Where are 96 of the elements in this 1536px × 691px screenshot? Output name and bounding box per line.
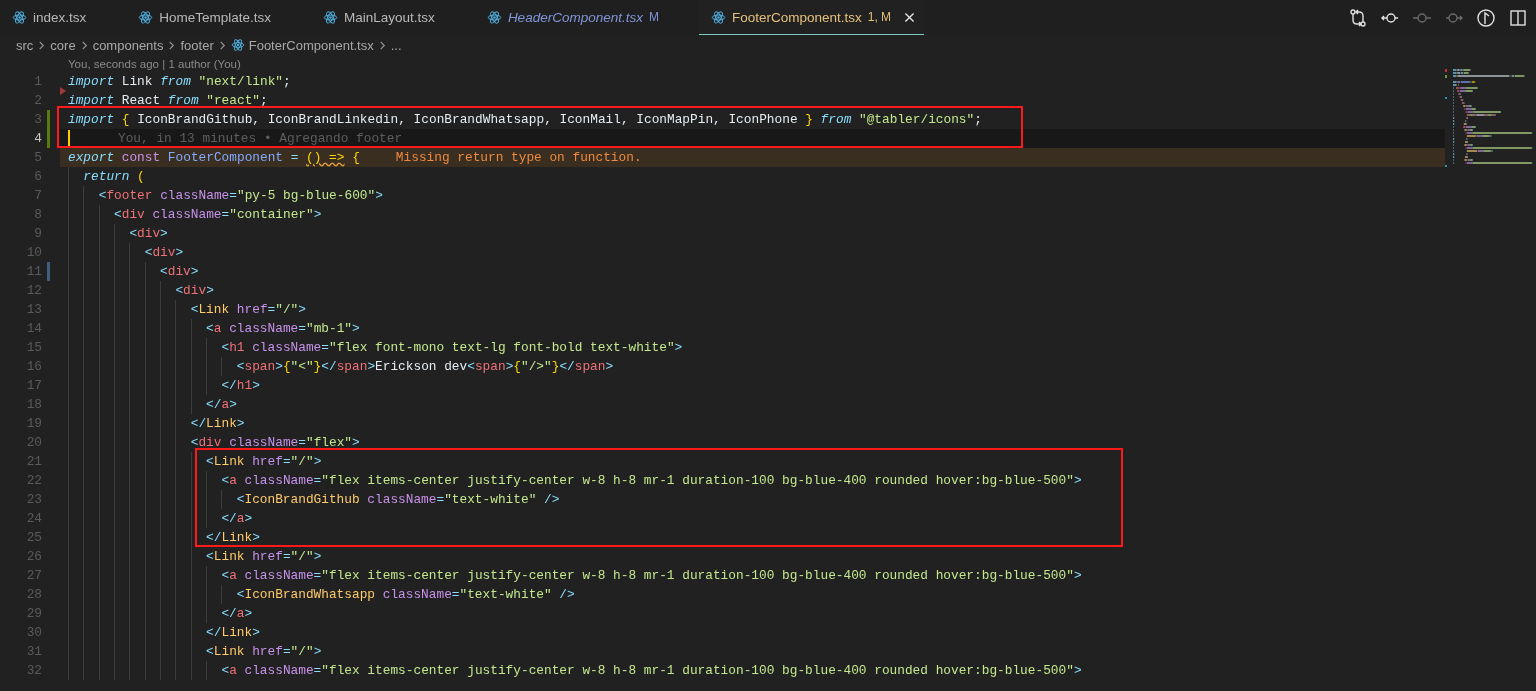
line-number: 11 xyxy=(26,263,42,281)
line-number: 20 xyxy=(26,434,42,452)
code-line: <Link href="/"> xyxy=(190,301,306,319)
code-line: <div> xyxy=(160,263,199,281)
line-number: 21 xyxy=(26,453,42,471)
code-line: return ( xyxy=(83,168,145,186)
code-line: import { IconBrandGithub, IconBrandLinkedin, IconBrandWhatsapp, IconMail, IconMapPin, IconPhone } from "@tabler/icons"; xyxy=(68,111,982,129)
line-number: 13 xyxy=(26,301,42,319)
code-line: </a> xyxy=(221,510,253,528)
line-number: 30 xyxy=(26,624,42,642)
code-line: <Link href="/"> xyxy=(206,643,322,661)
code-line: import React from "react"; xyxy=(68,92,268,110)
line-number: 19 xyxy=(26,415,42,433)
deleted-line-marker xyxy=(60,87,66,95)
chevron-icon xyxy=(79,40,89,50)
editor-tab[interactable]: index.tsx xyxy=(0,0,117,35)
code-line: <a className="flex items-center justify-center w-8 h-8 mr-1 duration-100 bg-blue-400 rounded hover:bg-blue-500"> xyxy=(221,662,1082,680)
chevron-icon xyxy=(37,40,47,50)
code-line: <span>{"<"}</span>Erickson dev<span>{"/>"}</span> xyxy=(236,358,614,376)
code-line: </Link> xyxy=(206,624,260,642)
line-number: 24 xyxy=(26,510,42,528)
line-number: 2 xyxy=(34,92,42,110)
line-number: 29 xyxy=(26,605,42,623)
compare-changes-icon[interactable] xyxy=(1348,7,1368,28)
line-number: 6 xyxy=(34,168,42,186)
line-number: 28 xyxy=(26,586,42,604)
code-line: </Link> xyxy=(190,415,245,433)
code-line: <Link href="/"> xyxy=(206,548,322,566)
line-number: 16 xyxy=(26,358,42,376)
code-line: </h1> xyxy=(221,377,260,395)
line-number: 31 xyxy=(26,643,42,661)
breadcrumb-item[interactable]: ... xyxy=(390,37,402,53)
code-line: <div> xyxy=(144,244,184,262)
line-number: 15 xyxy=(26,339,42,357)
line-number: 17 xyxy=(26,377,42,395)
code-line: <IconBrandGithub className="text-white" /> xyxy=(236,491,560,509)
code-line: <div className="container"> xyxy=(114,206,322,224)
blame-annotation: You, in 13 minutes • Agregando footer xyxy=(118,130,403,148)
editor-tab[interactable]: MainLayout.tsx xyxy=(311,0,465,35)
modified-line-marker xyxy=(47,262,50,281)
code-line: <h1 className="flex font-mono text-lg font-bold text-white"> xyxy=(221,339,683,357)
breadcrumb-item[interactable]: FooterComponent.tsx xyxy=(248,37,374,53)
line-number: 32 xyxy=(26,662,42,680)
atom-icon xyxy=(12,9,27,25)
breadcrumb-item[interactable]: components xyxy=(92,37,164,53)
code-lens[interactable]: You, seconds ago | 1 author (You) xyxy=(68,57,241,72)
status-label: 1, M xyxy=(867,10,892,24)
code-line: import Link from "next/link"; xyxy=(68,73,291,91)
close-icon[interactable] xyxy=(903,10,917,24)
atom-icon xyxy=(486,9,502,25)
code-line: <a className="flex items-center justify-center w-8 h-8 mr-1 duration-100 bg-blue-400 rounded hover:bg-blue-500"> xyxy=(221,472,1082,490)
code-line: <Link href="/"> xyxy=(206,453,322,471)
text-cursor xyxy=(68,130,70,147)
atom-icon xyxy=(230,38,245,52)
chevron-icon xyxy=(377,40,387,50)
editor-tab[interactable]: HomeTemplate.tsx xyxy=(126,0,302,35)
atom-icon xyxy=(138,9,154,25)
breadcrumb-item[interactable]: src xyxy=(16,37,34,53)
code-line: </a> xyxy=(221,605,253,623)
line-number: 23 xyxy=(26,491,42,509)
line-number: 7 xyxy=(34,187,42,205)
code-line: <footer className="py-5 bg-blue-600"> xyxy=(98,187,383,205)
line-number: 4 xyxy=(34,130,42,148)
line-number: 26 xyxy=(26,548,42,566)
line-number: 10 xyxy=(26,244,42,262)
line-number: 1 xyxy=(34,73,42,91)
code-line: <a className="flex items-center justify-center w-8 h-8 mr-1 duration-100 bg-blue-400 rounded hover:bg-blue-500"> xyxy=(221,567,1082,585)
editor-tab[interactable]: HeaderComponent.tsx M xyxy=(474,0,689,35)
chevron-icon xyxy=(217,40,227,50)
line-number: 3 xyxy=(34,111,42,129)
line-number: 25 xyxy=(26,529,42,547)
code-line: <IconBrandWhatsapp className="text-white" /> xyxy=(236,586,575,604)
status-label: M xyxy=(648,10,659,24)
branch-circle-icon[interactable] xyxy=(1476,7,1496,28)
code-line: </Link> xyxy=(206,529,260,547)
code-line: export const FooterComponent = () => { xyxy=(68,149,360,167)
code-line: <div className="flex"> xyxy=(190,434,360,452)
breadcrumb-item[interactable]: core xyxy=(50,37,76,53)
line-number: 5 xyxy=(34,149,42,167)
atom-icon xyxy=(710,9,726,25)
error-message: Missing return type on function. xyxy=(395,149,642,167)
line-number: 9 xyxy=(34,225,42,243)
line-number: 22 xyxy=(26,472,42,490)
line-number: 12 xyxy=(26,282,42,300)
line-number: 18 xyxy=(26,396,42,414)
atom-icon xyxy=(323,9,339,25)
code-line: <div> xyxy=(129,225,168,243)
chevron-icon xyxy=(167,40,177,50)
line-number: 27 xyxy=(26,567,42,585)
code-line: <div> xyxy=(175,282,214,300)
split-editor-icon[interactable] xyxy=(1508,7,1528,28)
code-line: <a className="mb-1"> xyxy=(206,320,360,338)
breadcrumb-item[interactable]: footer xyxy=(180,37,214,53)
line-number: 8 xyxy=(34,206,42,224)
code-line: </a> xyxy=(206,396,237,414)
line-number: 14 xyxy=(26,320,42,338)
